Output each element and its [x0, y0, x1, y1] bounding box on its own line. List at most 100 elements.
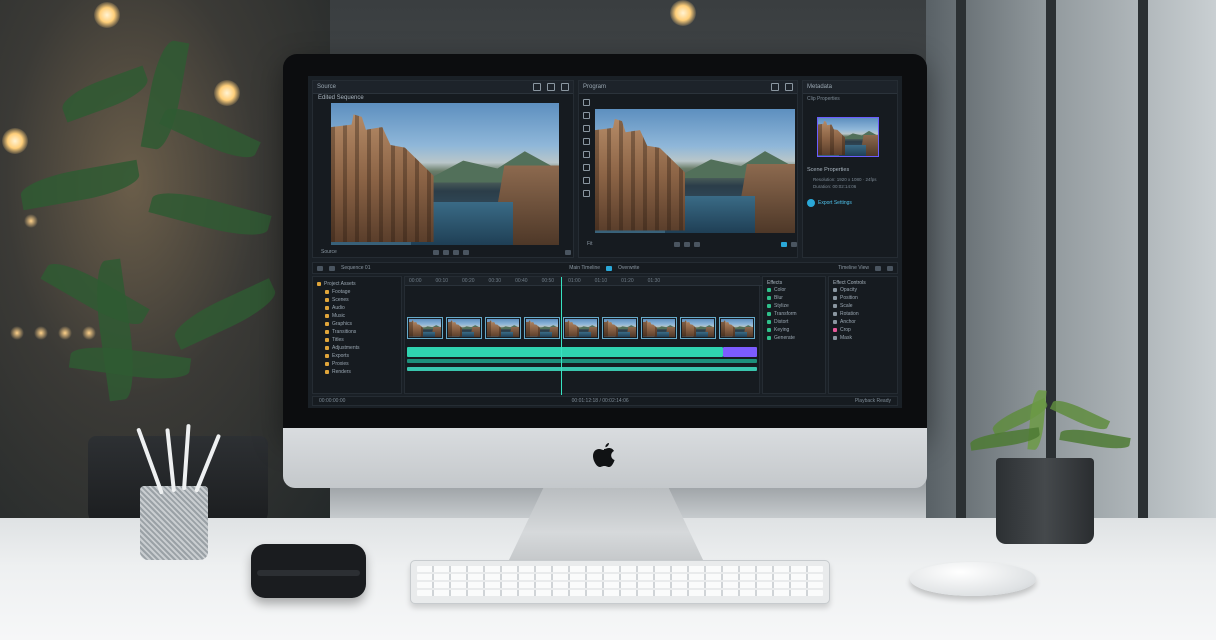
effect-item[interactable]: Transform: [767, 310, 821, 318]
project-tree-item[interactable]: Transitions: [317, 328, 397, 336]
folder-icon: [325, 354, 329, 358]
timeline-clip-thumbnail[interactable]: [680, 317, 716, 339]
folder-icon: [317, 282, 321, 286]
play-button[interactable]: [442, 249, 449, 255]
effect-item[interactable]: Color: [767, 286, 821, 294]
timeline-clip-thumbnail[interactable]: [524, 317, 560, 339]
property-item[interactable]: Mask: [833, 334, 893, 342]
ceiling-light: [670, 0, 696, 26]
loop-button[interactable]: [791, 241, 797, 247]
rewind-button[interactable]: [673, 241, 680, 247]
project-tree-item[interactable]: Footage: [317, 288, 397, 296]
project-tree-panel: Project Assets Footage Scenes Audio Music Gr…: [312, 276, 402, 394]
timeline-clip-thumbnail[interactable]: [641, 317, 677, 339]
timeline-clip-thumbnail[interactable]: [407, 317, 443, 339]
project-tree-item[interactable]: Renders: [317, 368, 397, 376]
export-frame-button[interactable]: [781, 241, 787, 247]
program-viewer[interactable]: [595, 109, 795, 233]
pen-tool-icon[interactable]: [583, 164, 590, 171]
effect-item[interactable]: Blur: [767, 294, 821, 302]
snap-toggle[interactable]: [606, 265, 613, 271]
play-program-button[interactable]: [683, 241, 690, 247]
effect-item[interactable]: Keying: [767, 326, 821, 334]
clip-frame-image: [721, 319, 753, 337]
plant-pot-right: [996, 458, 1094, 544]
project-tree-item[interactable]: Music: [317, 312, 397, 320]
forward-button[interactable]: [693, 241, 700, 247]
project-tree-item[interactable]: Scenes: [317, 296, 397, 304]
razor-tool-icon[interactable]: [583, 112, 590, 119]
effect-item[interactable]: Stylize: [767, 302, 821, 310]
audio-track-clip[interactable]: [407, 359, 757, 363]
play-timeline-button[interactable]: [329, 265, 335, 271]
menu-icon[interactable]: [561, 83, 569, 91]
mark-in-button[interactable]: [462, 249, 469, 255]
status-right: Playback Ready: [854, 398, 891, 404]
property-item[interactable]: Opacity: [833, 286, 893, 294]
effect-icon: [767, 304, 771, 308]
folder-icon: [325, 330, 329, 334]
folder-icon: [325, 290, 329, 294]
effect-icon: [767, 288, 771, 292]
program-panel: Program Fit: [578, 80, 798, 258]
project-root[interactable]: Project Assets: [317, 280, 397, 288]
settings-icon[interactable]: [547, 83, 555, 91]
source-settings-button[interactable]: [565, 249, 571, 255]
music-track-clip[interactable]: [407, 367, 757, 371]
folder-icon: [325, 298, 329, 302]
mouse: [910, 562, 1036, 596]
slip-tool-icon[interactable]: [583, 190, 590, 197]
project-tree-item[interactable]: Proxies: [317, 360, 397, 368]
property-item[interactable]: Anchor: [833, 318, 893, 326]
menu-icon[interactable]: [785, 83, 793, 91]
project-tree-item[interactable]: Adjustments: [317, 344, 397, 352]
folder-icon: [325, 306, 329, 310]
video-track-clip[interactable]: [407, 347, 723, 357]
effect-item[interactable]: Distort: [767, 318, 821, 326]
zoom-tool-icon[interactable]: [583, 138, 590, 145]
zoom-in-button[interactable]: [875, 265, 882, 271]
step-back-button[interactable]: [432, 249, 439, 255]
inspector-title: Metadata: [807, 84, 833, 90]
timeline-clip-thumbnail[interactable]: [719, 317, 755, 339]
source-frame-image: [331, 103, 559, 245]
timeline-clip-thumbnail[interactable]: [563, 317, 599, 339]
source-panel: Source Edited Sequence Source: [312, 80, 574, 258]
source-timecode: Source: [321, 249, 337, 255]
source-viewer[interactable]: [331, 103, 559, 245]
select-tool-icon[interactable]: [583, 99, 590, 106]
property-item[interactable]: Position: [833, 294, 893, 302]
effect-item[interactable]: Generate: [767, 334, 821, 342]
plant-left: [0, 20, 300, 500]
inspector-thumbnail[interactable]: [817, 117, 879, 157]
project-tree-item[interactable]: Titles: [317, 336, 397, 344]
timeline-toolbar: Sequence 01 Main Timeline Overwrite Time…: [312, 262, 898, 274]
hand-tool-icon[interactable]: [583, 125, 590, 132]
fullscreen-icon[interactable]: [771, 83, 779, 91]
timeline-clip-thumbnail[interactable]: [446, 317, 482, 339]
text-tool-icon[interactable]: [583, 151, 590, 158]
zoom-out-button[interactable]: [887, 265, 894, 271]
timeline-clip-thumbnail[interactable]: [485, 317, 521, 339]
adjustment-clip[interactable]: [723, 347, 757, 357]
playhead[interactable]: [561, 277, 562, 395]
effect-icon: [767, 312, 771, 316]
project-tree-item[interactable]: Exports: [317, 352, 397, 360]
plus-icon[interactable]: [533, 83, 541, 91]
edit-mode-label[interactable]: Overwrite: [618, 265, 639, 271]
project-tree-item[interactable]: Audio: [317, 304, 397, 312]
export-settings-link[interactable]: Export Settings: [807, 199, 852, 207]
inspector-resolution: Resolution: 1920 x 1080 · 24fps: [813, 177, 877, 182]
crop-tool-icon[interactable]: [583, 177, 590, 184]
property-item[interactable]: Crop: [833, 326, 893, 334]
property-item[interactable]: Rotation: [833, 310, 893, 318]
folder-icon: [325, 322, 329, 326]
effect-icon: [767, 296, 771, 300]
property-item[interactable]: Scale: [833, 302, 893, 310]
project-tree-item[interactable]: Graphics: [317, 320, 397, 328]
clip-frame-image: [682, 319, 714, 337]
timeline-clip-thumbnail[interactable]: [602, 317, 638, 339]
timeline-ruler[interactable]: 00:00 00:10 00:20 00:30 00:40 00:50 01:00 01:10…: [405, 277, 763, 286]
stop-button[interactable]: [317, 265, 323, 271]
step-forward-button[interactable]: [452, 249, 459, 255]
